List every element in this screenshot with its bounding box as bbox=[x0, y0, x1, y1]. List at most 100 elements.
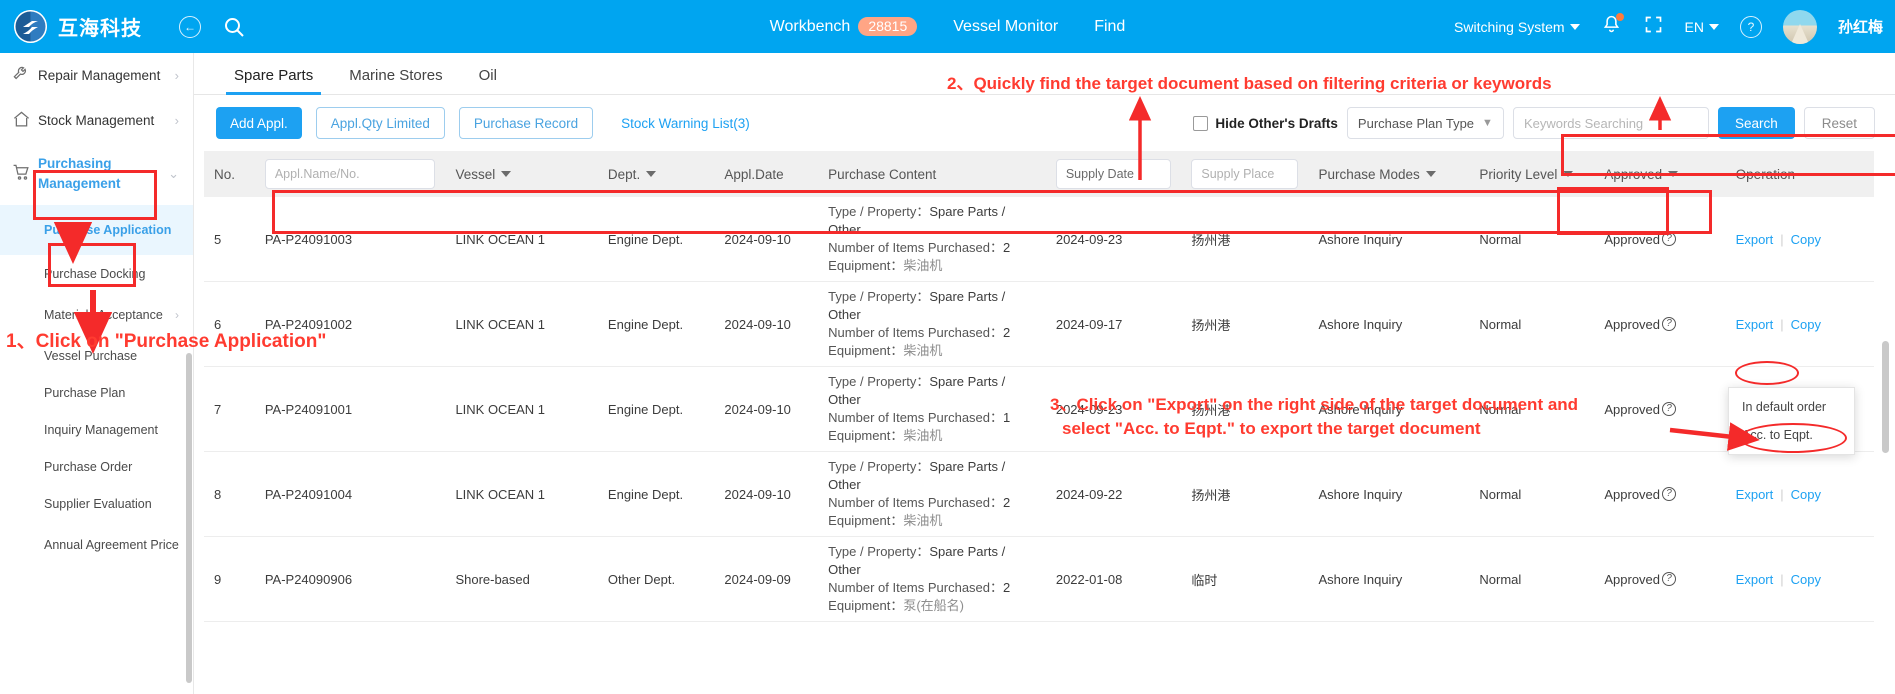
app-root: 互海科技 ← Workbench 28815 Vessel Monitor Fi… bbox=[0, 0, 1895, 694]
supply-place-placeholder: Supply Place bbox=[1201, 167, 1275, 181]
cell-purchase-mode: Ashore Inquiry bbox=[1308, 451, 1470, 537]
table-row[interactable]: 7 PA-P24091001 LINK OCEAN 1 Engine Dept.… bbox=[204, 366, 1874, 452]
tab-marine-stores[interactable]: Marine Stores bbox=[331, 67, 460, 94]
label-type-property: Type / Property： bbox=[828, 374, 930, 389]
label-number-items: Number of Items Purchased： bbox=[828, 325, 1004, 340]
chevron-down-icon[interactable] bbox=[1425, 171, 1436, 177]
sidebar-item-inquiry-management[interactable]: Inquiry Management bbox=[0, 411, 193, 448]
export-link[interactable]: Export bbox=[1736, 572, 1774, 587]
sidebar-item-vessel-purchase[interactable]: Vessel Purchase bbox=[0, 337, 193, 374]
tab-spare-parts[interactable]: Spare Parts bbox=[216, 67, 331, 95]
nav-item-workbench[interactable]: Workbench 28815 bbox=[770, 17, 918, 36]
cell-priority: Normal bbox=[1469, 451, 1595, 537]
question-mark-icon[interactable]: ? bbox=[1662, 487, 1677, 501]
avatar[interactable] bbox=[1782, 9, 1817, 44]
sidebar-item-supplier-evaluation[interactable]: Supplier Evaluation bbox=[0, 485, 193, 522]
value-equipment: 柴油机 bbox=[903, 513, 943, 528]
sidebar-scrollbar[interactable] bbox=[186, 353, 192, 683]
table-vertical-scrollbar[interactable] bbox=[1882, 341, 1889, 453]
th-dept-label: Dept. bbox=[607, 166, 641, 182]
add-appl-button[interactable]: Add Appl. bbox=[216, 107, 302, 139]
copy-link[interactable]: Copy bbox=[1791, 232, 1821, 247]
label-type-property: Type / Property： bbox=[828, 459, 930, 474]
annotation-ellipse-acc-to-eqpt bbox=[1739, 423, 1847, 453]
nav-vessel-monitor-label: Vessel Monitor bbox=[953, 17, 1059, 35]
label-number-items: Number of Items Purchased： bbox=[828, 240, 1004, 255]
search-icon[interactable] bbox=[223, 16, 245, 38]
user-name: 孙红梅 bbox=[1837, 19, 1883, 36]
cell-operation: Export | Copy bbox=[1725, 536, 1874, 622]
language-selector[interactable]: EN bbox=[1685, 19, 1719, 35]
cell-appl-no: PA-P24091004 bbox=[254, 451, 446, 537]
copy-link[interactable]: Copy bbox=[1791, 317, 1821, 332]
stock-warning-list-link[interactable]: Stock Warning List(3) bbox=[621, 116, 750, 131]
cell-priority: Normal bbox=[1469, 366, 1595, 452]
purchase-plan-type-select[interactable]: Purchase Plan Type ▼ bbox=[1346, 107, 1504, 139]
question-mark-icon[interactable]: ? bbox=[1662, 317, 1677, 331]
operation-separator: | bbox=[1780, 231, 1784, 247]
export-menu-item-default-order[interactable]: In default order bbox=[1729, 393, 1854, 421]
question-mark-icon[interactable]: ? bbox=[1662, 572, 1677, 586]
value-equipment: 柴油机 bbox=[903, 343, 943, 358]
annotation-box-filter-row bbox=[272, 190, 1712, 234]
sidebar-subitem-label: Supplier Evaluation bbox=[44, 496, 152, 511]
question-mark-icon[interactable]: ? bbox=[1662, 402, 1677, 416]
purchase-record-label: Purchase Record bbox=[473, 115, 579, 131]
sidebar-subitem-label: Materials Acceptance bbox=[44, 307, 163, 322]
label-equipment: Equipment： bbox=[828, 513, 904, 528]
export-link[interactable]: Export bbox=[1736, 317, 1774, 332]
copy-link[interactable]: Copy bbox=[1791, 572, 1821, 587]
reset-button-label: Reset bbox=[1821, 115, 1857, 131]
help-icon[interactable]: ? bbox=[1739, 15, 1762, 38]
export-link[interactable]: Export bbox=[1736, 487, 1774, 502]
cell-supply-date: 2022-01-08 bbox=[1045, 536, 1182, 622]
sidebar-item-purchase-order[interactable]: Purchase Order bbox=[0, 448, 193, 485]
th-no-label: No. bbox=[214, 166, 236, 182]
supply-date-filter-input[interactable]: Supply Date bbox=[1055, 159, 1172, 189]
back-arrow-icon[interactable]: ← bbox=[179, 15, 201, 38]
cell-purchase-content: Type / Property：Spare Parts / Other Numb… bbox=[818, 536, 1046, 622]
nav-item-vessel-monitor[interactable]: Vessel Monitor bbox=[953, 18, 1058, 36]
cell-operation: Export | Copy bbox=[1725, 197, 1874, 282]
brand-name: 互海科技 bbox=[58, 18, 142, 40]
supply-date-placeholder: Supply Date bbox=[1065, 167, 1134, 181]
table-row[interactable]: 6 PA-P24091002 LINK OCEAN 1 Engine Dept.… bbox=[204, 281, 1874, 367]
table-row[interactable]: 9 PA-P24090906 Shore-based Other Dept. 2… bbox=[204, 536, 1874, 622]
cell-no: 6 bbox=[204, 281, 255, 367]
appl-qty-limited-button[interactable]: Appl.Qty Limited bbox=[315, 107, 445, 139]
logo-mark-icon bbox=[14, 10, 47, 43]
brand[interactable]: 互海科技 bbox=[0, 10, 142, 43]
purchase-record-button[interactable]: Purchase Record bbox=[458, 107, 594, 139]
sidebar-item-materials-acceptance[interactable]: Materials Acceptance › bbox=[0, 292, 193, 337]
switching-system-button[interactable]: Switching System bbox=[1454, 19, 1580, 35]
cell-vessel: Shore-based bbox=[445, 536, 598, 622]
export-link[interactable]: Export bbox=[1736, 232, 1774, 247]
sidebar: Repair Management › Stock Management › P… bbox=[0, 53, 194, 694]
table-row[interactable]: 8 PA-P24091004 LINK OCEAN 1 Engine Dept.… bbox=[204, 451, 1874, 537]
sidebar-subitem-label: Annual Agreement Price bbox=[44, 537, 179, 552]
cell-vessel: LINK OCEAN 1 bbox=[445, 451, 598, 537]
th-vessel-label: Vessel bbox=[455, 166, 496, 182]
sidebar-item-purchase-plan[interactable]: Purchase Plan bbox=[0, 374, 193, 411]
value-number-items: 2 bbox=[1003, 240, 1011, 255]
notification-bell-icon[interactable] bbox=[1601, 12, 1624, 40]
tab-oil[interactable]: Oil bbox=[461, 67, 515, 94]
annotation-box-keywords-search bbox=[1561, 134, 1895, 176]
hide-others-drafts-checkbox[interactable]: Hide Other's Drafts bbox=[1193, 115, 1338, 131]
sidebar-item-repair-management[interactable]: Repair Management › bbox=[0, 53, 193, 98]
sidebar-item-annual-agreement-price[interactable]: Annual Agreement Price bbox=[0, 522, 193, 567]
supply-place-filter-input[interactable]: Supply Place bbox=[1191, 159, 1299, 189]
copy-link[interactable]: Copy bbox=[1791, 487, 1821, 502]
cell-appl-no: PA-P24090906 bbox=[254, 536, 446, 622]
chevron-down-icon[interactable] bbox=[501, 171, 512, 177]
checkbox-box-icon[interactable] bbox=[1193, 115, 1209, 131]
appl-name-filter-input[interactable]: Appl.Name/No. bbox=[264, 159, 436, 189]
add-appl-label: Add Appl. bbox=[230, 115, 288, 131]
sidebar-item-stock-management[interactable]: Stock Management › bbox=[0, 98, 193, 143]
search-button-label: Search bbox=[1734, 115, 1778, 131]
chevron-down-icon[interactable] bbox=[646, 171, 657, 177]
status-badge: Approved bbox=[1604, 486, 1661, 502]
fullscreen-icon[interactable] bbox=[1643, 14, 1664, 40]
nav-item-find[interactable]: Find bbox=[1094, 18, 1125, 36]
value-number-items: 1 bbox=[1003, 410, 1011, 425]
